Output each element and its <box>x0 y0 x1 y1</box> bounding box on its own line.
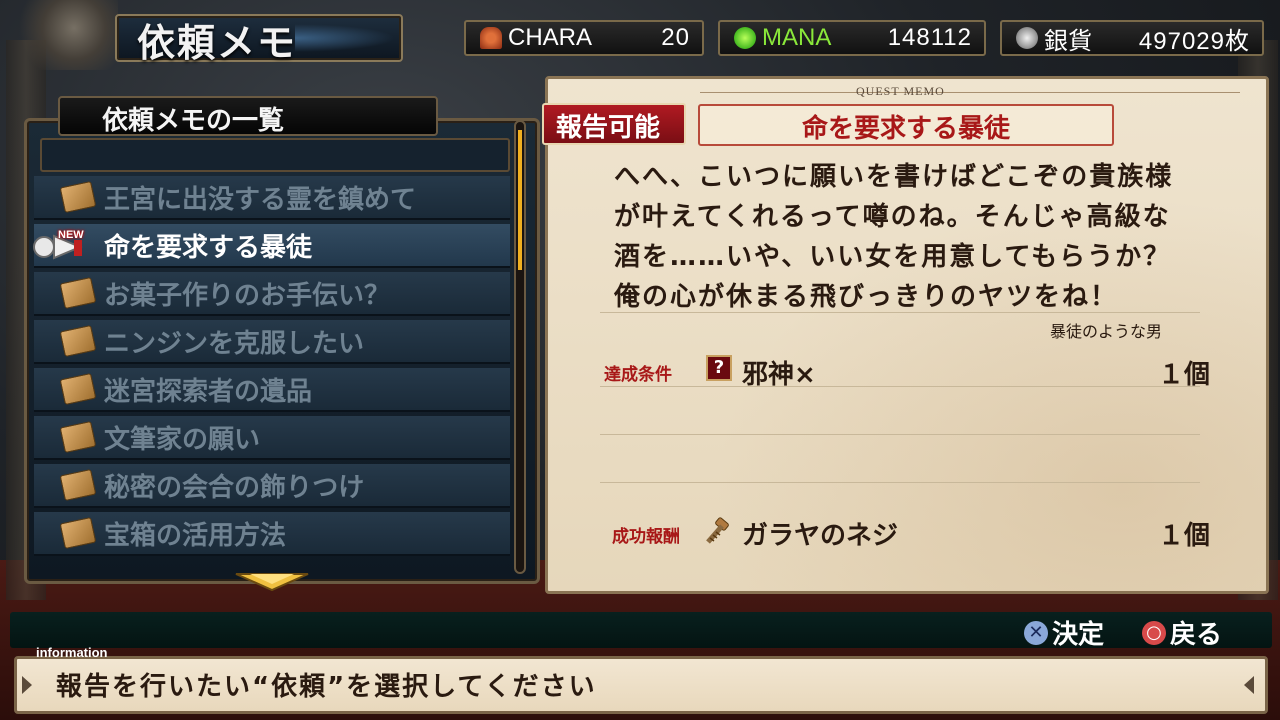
list-item-label: お菓子作りのお手伝い？ <box>104 280 391 311</box>
screw-icon <box>706 517 729 544</box>
scroll-icon <box>59 372 97 406</box>
client-name: 暴徒のような男 <box>1050 322 1163 341</box>
list-item-label: 秘密の会合の飾りつけ <box>104 472 365 503</box>
confirm-label: 決定 <box>1052 620 1105 650</box>
caret-left-icon <box>22 676 32 694</box>
memo-text-line: が叶えてくれるって噂のね。そんじゃ高級な <box>614 202 1171 232</box>
ornament-icon <box>8 0 118 70</box>
silver-counter: 銀貨 497029枚 <box>1000 20 1264 56</box>
scroll-icon <box>59 516 97 550</box>
mana-counter: MANA 148112 <box>718 20 986 56</box>
list-item-label: ニンジンを克服したい <box>104 328 365 359</box>
reward-count: １個 <box>1157 521 1210 551</box>
back-label: 戻る <box>1170 620 1223 650</box>
ruled-line <box>600 312 1200 313</box>
list-item[interactable]: 王宮に出没する霊を鎮めて <box>34 176 510 220</box>
reward-label: 成功報酬 <box>612 527 680 547</box>
new-badge: NEW <box>58 229 84 241</box>
confirm-button[interactable]: ✕ 決定 <box>1024 614 1104 651</box>
quest-name: 命を要求する暴徒 <box>801 114 1010 144</box>
status-badge-label: 報告可能 <box>556 113 661 143</box>
chara-value: 20 <box>661 24 690 51</box>
memo-text-line: 酒を……いや、いい女を用意してもらうか？ <box>614 242 1172 272</box>
back-button[interactable]: ○ 戻る <box>1142 614 1222 651</box>
reward-item: ガラヤのネジ <box>742 521 899 551</box>
scroll-icon <box>59 276 97 310</box>
list-item[interactable]: 宝箱の活用方法 <box>34 512 510 556</box>
mana-value: 148112 <box>887 24 972 51</box>
silver-value: 497029枚 <box>1138 27 1250 55</box>
ruled-line <box>600 386 1200 387</box>
list-item-label: 宝箱の活用方法 <box>104 520 287 551</box>
ruled-line <box>600 434 1200 435</box>
memo-heading: QUEST MEMO <box>856 84 945 98</box>
mana-label: MANA <box>762 24 832 51</box>
caret-right-icon <box>1244 676 1254 694</box>
list-item-label: 迷宮探索者の遺品 <box>104 376 313 407</box>
list-item-label: 王宮に出没する霊を鎮めて <box>104 184 417 215</box>
list-item-selected[interactable]: 命を要求する暴徒 <box>34 224 510 268</box>
scroll-icon <box>59 180 97 214</box>
list-item[interactable]: 迷宮探索者の遺品 <box>34 368 510 412</box>
list-top-bar <box>40 138 510 172</box>
mana-orb-icon <box>734 27 756 49</box>
list-scrollbar-thumb[interactable] <box>518 130 522 270</box>
list-item-label: 命を要求する暴徒 <box>104 232 313 263</box>
chara-counter: CHARA 20 <box>464 20 704 56</box>
information-tab: information <box>36 645 108 660</box>
scroll-icon <box>59 468 97 502</box>
list-item[interactable]: ニンジンを克服したい <box>34 320 510 364</box>
memo-text-line: へへ、こいつに願いを書けばどこぞの貴族様 <box>614 162 1174 192</box>
memo-text-line: 俺の心が休まる飛びっきりのヤツをね！ <box>614 282 1119 312</box>
condition-label: 達成条件 <box>604 365 672 385</box>
circle-button-icon: ○ <box>1142 620 1166 645</box>
information-message: 報告を行いたい“依頼”を選択してください <box>56 672 597 702</box>
silver-label: 銀貨 <box>1044 27 1092 55</box>
list-item[interactable]: お菓子作りのお手伝い？ <box>34 272 510 316</box>
list-item[interactable]: 秘密の会合の飾りつけ <box>34 464 510 508</box>
list-item[interactable]: 文筆家の願い <box>34 416 510 460</box>
title-ornament <box>295 24 395 52</box>
memo-header-divider <box>700 92 1240 93</box>
list-item-label: 文筆家の願い <box>104 424 261 455</box>
chara-label: CHARA <box>508 24 593 51</box>
cross-button-icon: ✕ <box>1024 620 1048 645</box>
scroll-icon <box>59 420 97 454</box>
scroll-icon <box>59 324 97 358</box>
page-title: 依頼メモ <box>137 21 298 65</box>
quest-list-title: 依頼メモの一覧 <box>102 106 285 136</box>
silver-coin-icon <box>1016 27 1038 49</box>
scroll-down-arrow-icon[interactable] <box>232 572 312 592</box>
ruled-line <box>600 482 1200 483</box>
unknown-item-icon: ? <box>706 355 732 381</box>
chara-icon <box>480 27 502 49</box>
